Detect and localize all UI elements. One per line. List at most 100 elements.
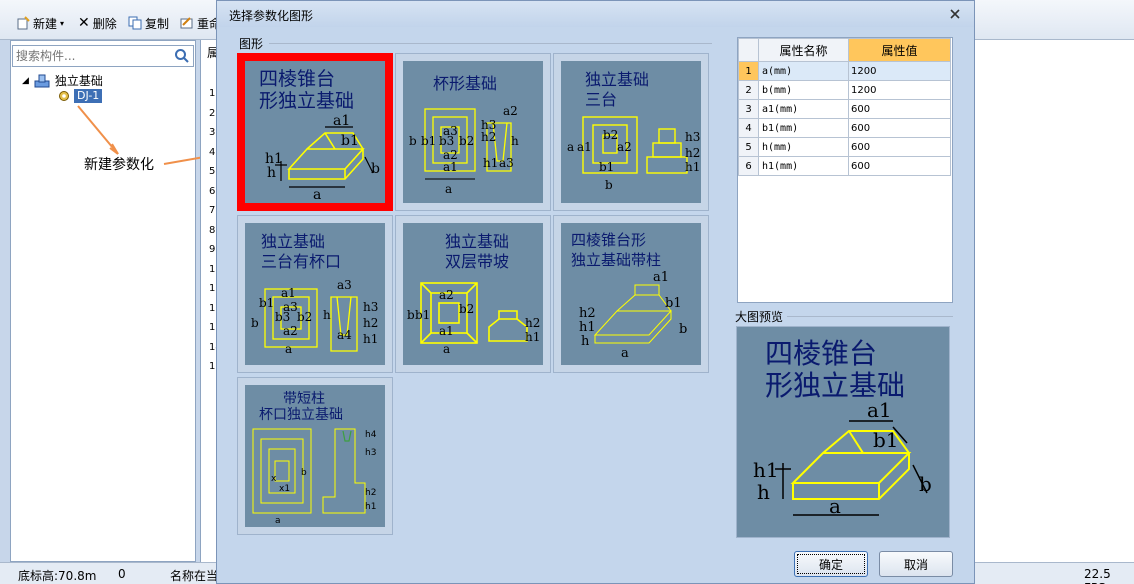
gear-icon [59,91,69,101]
app-window: 新建 ▾ ✕ 删除 复制 重命 ◢ 独立基础 DJ-1 新建参数化 [0,0,1134,584]
three-step-cup-diagram: 独立基础 三台有杯口 bb1b3 b2 a1a3a2a a3ha4 h3h2h1 [245,223,385,365]
cancel-button[interactable]: 取消 [879,551,953,577]
svg-text:h: h [511,134,519,148]
svg-text:h1: h1 [363,332,378,346]
rename-icon [180,17,193,29]
property-row[interactable]: 4 b1(mm) 600 [738,118,951,138]
row-index: 3 [738,99,759,119]
svg-text:a1: a1 [653,270,669,285]
tile-cup-foundation[interactable]: 杯形基础 b b1 b3 b2 a3 a2 a1 a h3 h2 h1 h a2 a3 [395,53,551,211]
expand-triangle-icon[interactable]: ◢ [22,76,29,86]
close-icon: ✕ [78,15,90,31]
mid-row-number: 1 [209,88,216,99]
large-preview: 四棱锥台 形独立基础 h1 h a b a1 b1 [736,326,950,538]
svg-text:h1: h1 [579,320,596,335]
preview-label-a: a [829,494,841,518]
search-input[interactable] [16,47,166,65]
mid-row-number: 9 [209,244,216,255]
row-value[interactable]: 600 [848,137,951,157]
row-index: 5 [738,137,759,157]
preview-diagram: 四棱锥台 形独立基础 h1 h a b a1 b1 [753,337,932,518]
row-index: 6 [738,156,759,176]
tile-pyramid-with-column[interactable]: 四棱锥台形 独立基础带柱 a1 b1 b h2 h1 h a [553,215,709,373]
copy-label: 复制 [145,16,170,31]
svg-text:a: a [443,342,450,356]
tile-short-column-cup[interactable]: 带短柱 杯口独立基础 x x1 b a h4 h3 h2 h1 [237,377,393,535]
new-label: 新建 [33,16,58,31]
svg-text:b2: b2 [459,134,474,148]
svg-text:a1: a1 [281,286,296,300]
row-value[interactable]: 600 [848,156,951,176]
svg-text:b1: b1 [259,296,274,310]
svg-text:b: b [251,316,259,330]
new-button[interactable]: 新建 ▾ [16,13,64,33]
preview-label-h1: h1 [753,458,779,482]
tile-pyramid-frustum[interactable]: 四棱锥台 形独立基础 h1 h a b a1 b1 [237,53,393,211]
row-name: b(mm) [758,80,849,100]
three-step-diagram: 独立基础 三台 a a1b2a2 b1b h3h2h1 [561,61,701,203]
select-parametric-dialog: 选择参数化图形 图形 四棱锥台 形独立基础 h1 h a b a1 b1 杯形基… [216,0,975,584]
svg-text:h3: h3 [685,130,700,144]
svg-text:b1: b1 [665,296,682,311]
svg-text:a: a [621,346,629,361]
svg-text:a: a [445,182,452,196]
pyramid-frustum-diagram: 四棱锥台 形独立基础 h1 h a b a1 b1 [245,61,385,203]
label-h: h [267,165,276,181]
copy-button[interactable]: 复制 [128,13,169,33]
delete-button[interactable]: ✕ 删除 [78,13,117,33]
search-icon[interactable] [174,48,190,64]
svg-text:b: b [605,178,613,192]
tile-title-three-step-cup-2: 三台有杯口 [261,252,341,271]
tile-title-1: 四棱锥台 [259,68,335,90]
row-name: b1(mm) [758,118,849,138]
short-column-cup-diagram: 带短柱 杯口独立基础 xx1 b a h4 h3 h2 h1 [245,385,385,527]
property-row[interactable]: 1 a(mm) 1200 [738,61,951,81]
status-count: 0 [118,567,126,581]
tile-three-step[interactable]: 独立基础 三台 a a1 b2 a2 b1 b h3 h2 h1 [553,53,709,211]
label-a1: a1 [333,113,350,129]
svg-text:b: b [679,322,687,337]
svg-text:a2: a2 [283,324,298,338]
property-grid: 属性名称 属性值 1 a(mm) 1200 2 b(mm) 1200 3 a1(mm) 600 4… [737,37,953,303]
svg-text:h1: h1 [365,502,376,512]
shape-tiles: 四棱锥台 形独立基础 h1 h a b a1 b1 杯形基础 b b1 b3 b… [235,51,713,541]
tile-title-cup: 杯形基础 [433,74,497,93]
svg-text:b2: b2 [459,302,474,316]
svg-text:a1: a1 [577,140,592,154]
rename-button[interactable]: 重命 [180,13,221,33]
tile-double-slope[interactable]: 独立基础 双层带坡 b b1 b2 a2 a1 a h2 h1 [395,215,551,373]
group-divider [269,43,712,44]
tile-title-2: 形独立基础 [259,90,354,112]
property-row[interactable]: 6 h1(mm) 600 [738,156,951,176]
svg-text:h2: h2 [365,488,376,498]
svg-text:h3: h3 [363,300,378,314]
tile-three-step-cup[interactable]: 独立基础 三台有杯口 b b1 b3 b2 a1 a3 a2 a a3 h a4 h3 h2 h1 [237,215,393,373]
tree-item-root[interactable]: ◢ 独立基础 [22,72,103,89]
dialog-titlebar[interactable]: 选择参数化图形 [217,1,974,27]
property-row[interactable]: 3 a1(mm) 600 [738,99,951,119]
row-value[interactable]: 600 [848,99,951,119]
svg-text:b1: b1 [599,160,614,174]
search-box[interactable] [12,45,194,67]
row-value[interactable]: 600 [848,118,951,138]
svg-text:a2: a2 [439,288,454,302]
close-icon[interactable] [948,7,962,21]
preview-label-h: h [757,480,770,504]
row-name: a1(mm) [758,99,849,119]
label-b: b [371,161,380,177]
row-value[interactable]: 1200 [848,80,951,100]
preview-label: 大图预览 [735,310,784,324]
ok-button[interactable]: 确定 [794,551,868,577]
svg-text:h2: h2 [579,306,596,321]
svg-text:a: a [275,516,281,526]
property-row[interactable]: 5 h(mm) 600 [738,137,951,157]
preview-divider [787,316,953,317]
label-b1: b1 [341,133,359,149]
property-row[interactable]: 2 b(mm) 1200 [738,80,951,100]
delete-label: 删除 [92,16,117,31]
svg-text:h2: h2 [363,316,378,330]
tile-title-three-step-2: 三台 [585,90,617,109]
svg-text:a3: a3 [443,124,458,138]
svg-text:x1: x1 [279,484,290,494]
row-value[interactable]: 1200 [848,61,951,81]
